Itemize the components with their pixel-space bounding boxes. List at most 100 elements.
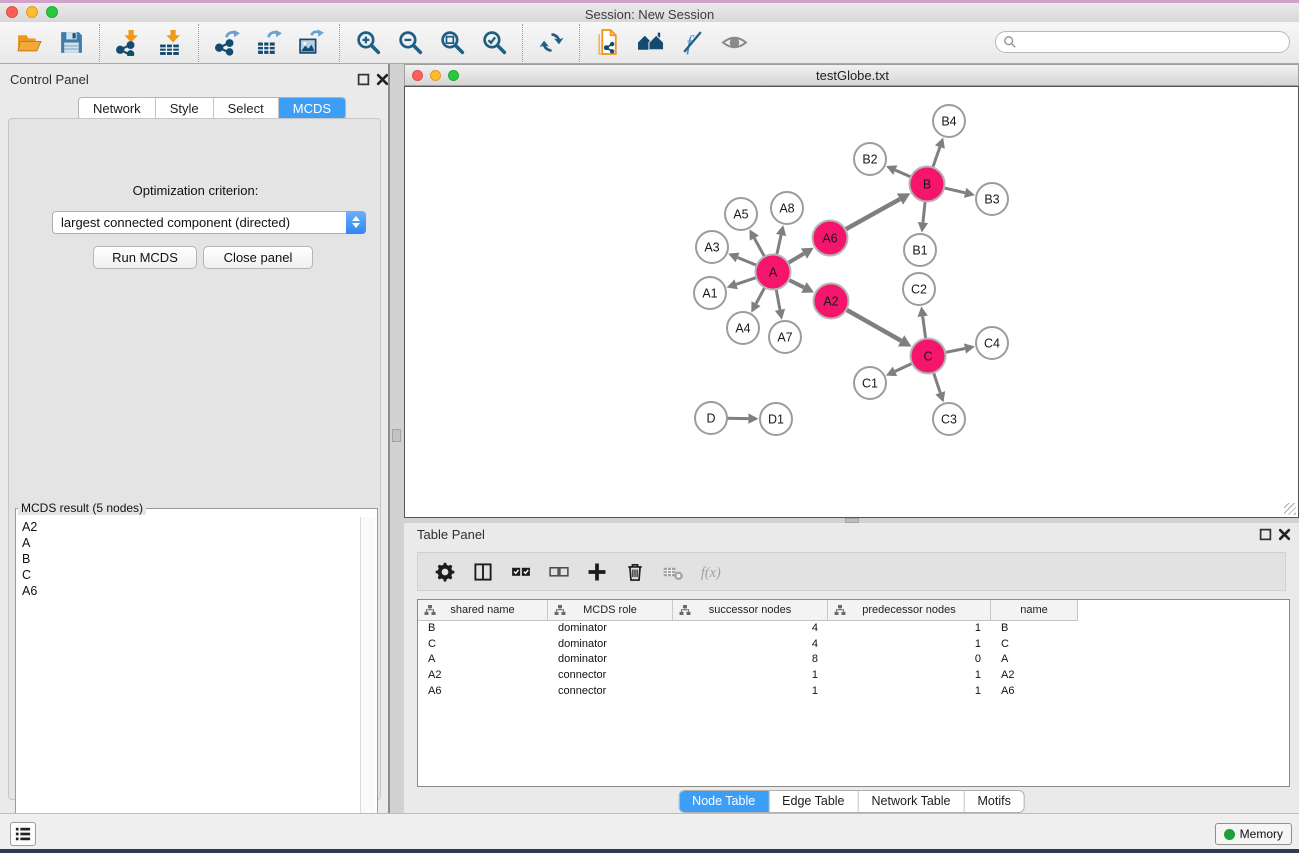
resize-grip-icon[interactable] [1284, 503, 1296, 515]
import-network-button[interactable] [107, 25, 149, 61]
float-panel-icon[interactable] [357, 73, 370, 86]
edge-C-C2[interactable] [923, 316, 926, 339]
clear-table-button[interactable] [654, 556, 692, 588]
search-box[interactable] [995, 31, 1290, 53]
open-session-button[interactable] [8, 25, 50, 61]
node-label-A: A [769, 266, 778, 280]
zoom-in-button[interactable] [347, 25, 389, 61]
cell-name: C [991, 638, 1078, 650]
tab-network-table[interactable]: Network Table [859, 791, 965, 812]
edge-B-B1[interactable] [923, 200, 925, 222]
edge-B-B3[interactable] [943, 188, 965, 193]
mcds-result-item[interactable]: C [22, 567, 360, 583]
network-canvas[interactable]: B4B2BB3A5A8A6A3B1AA1C2A2A4A7C4CC1C3DD1 [404, 86, 1299, 518]
settings-button[interactable] [426, 556, 464, 588]
cell-name: A6 [991, 685, 1078, 697]
apply-function-button[interactable]: f(x) [692, 556, 730, 588]
close-panel-button[interactable]: Close panel [203, 246, 313, 269]
tab-mcds[interactable]: MCDS [279, 98, 345, 119]
cell-shared-name: B [418, 622, 548, 634]
column-hierarchy-icon [679, 604, 691, 616]
mcds-result-item[interactable]: A [22, 535, 360, 551]
vertical-split-handle[interactable] [392, 429, 401, 442]
node-label-D1: D1 [768, 413, 784, 427]
run-mcds-button[interactable]: Run MCDS [93, 246, 197, 269]
float-table-panel-icon[interactable] [1259, 528, 1272, 541]
edge-A-A4[interactable] [756, 287, 765, 304]
desktop-background-strip-bottom [0, 849, 1299, 853]
import-table-button[interactable] [149, 25, 191, 61]
save-session-button[interactable] [50, 25, 92, 61]
edge-A2-C[interactable] [845, 309, 901, 341]
select-all-columns-icon [510, 561, 532, 583]
tab-edge-table[interactable]: Edge Table [769, 791, 858, 812]
mcds-result-item[interactable]: A2 [22, 519, 360, 535]
edge-A-A2[interactable] [788, 279, 804, 287]
cell-shared-name: C [418, 638, 548, 650]
select-all-columns-button[interactable] [502, 556, 540, 588]
edge-B-B4[interactable] [932, 147, 939, 168]
eye-button[interactable] [713, 25, 755, 61]
export-image-button[interactable] [290, 25, 332, 61]
column-header-MCDS-role[interactable]: MCDS role [548, 600, 673, 620]
zoom-fit-button[interactable] [431, 25, 473, 61]
zoom-selected-button[interactable] [473, 25, 515, 61]
edge-A6-B[interactable] [844, 199, 900, 230]
edge-arrow-icon [748, 413, 758, 423]
split-columns-icon [472, 561, 494, 583]
table-row[interactable]: A2connector11A2 [418, 667, 1289, 683]
toggle-graphics-details-button[interactable]: f [671, 25, 713, 61]
column-header-name[interactable]: name [991, 600, 1078, 620]
tab-node-table[interactable]: Node Table [679, 791, 769, 812]
tab-style[interactable]: Style [156, 98, 214, 119]
table-row[interactable]: Adominator80A [418, 652, 1289, 668]
home-button[interactable] [629, 25, 671, 61]
mcds-result-scrollbar[interactable] [360, 517, 375, 848]
zoom-in-icon [355, 29, 382, 56]
column-header-label: successor nodes [709, 604, 792, 616]
add-column-button[interactable] [578, 556, 616, 588]
export-table-button[interactable] [248, 25, 290, 61]
edge-B-B2[interactable] [895, 170, 912, 177]
zoom-out-button[interactable] [389, 25, 431, 61]
tab-motifs[interactable]: Motifs [964, 791, 1023, 812]
table-row[interactable]: Bdominator41B [418, 620, 1289, 636]
unselect-all-columns-icon [548, 561, 570, 583]
edge-A-A7[interactable] [776, 288, 780, 310]
edge-A-A3[interactable] [738, 257, 758, 265]
unselect-all-columns-button[interactable] [540, 556, 578, 588]
edge-A-A5[interactable] [754, 238, 765, 257]
cell-predecessor-nodes: 1 [828, 622, 991, 634]
column-header-shared-name[interactable]: shared name [418, 600, 548, 620]
column-header-predecessor-nodes[interactable]: predecessor nodes [828, 600, 991, 620]
memory-button[interactable]: Memory [1215, 823, 1292, 845]
edge-C-C3[interactable] [933, 372, 940, 393]
delete-columns-button[interactable] [616, 556, 654, 588]
refresh-button[interactable] [530, 25, 572, 61]
mcds-result-item[interactable]: B [22, 551, 360, 567]
network-window-titlebar[interactable]: testGlobe.txt [404, 64, 1299, 86]
tab-select[interactable]: Select [214, 98, 279, 119]
mcds-result-item[interactable]: A6 [22, 583, 360, 599]
edge-A-A1[interactable] [736, 277, 757, 284]
cell-successor-nodes: 4 [673, 622, 828, 634]
tab-network[interactable]: Network [79, 98, 156, 119]
table-row[interactable]: Cdominator41C [418, 636, 1289, 652]
edge-C-C4[interactable] [944, 348, 965, 352]
edge-C-C1[interactable] [895, 363, 913, 371]
export-network-button[interactable] [206, 25, 248, 61]
split-columns-button[interactable] [464, 556, 502, 588]
dropdown-stepper-icon [346, 211, 366, 234]
search-input[interactable] [1017, 32, 1289, 52]
column-header-successor-nodes[interactable]: successor nodes [673, 600, 828, 620]
table-row[interactable]: A6connector11A6 [418, 683, 1289, 699]
network-file-button[interactable] [587, 25, 629, 61]
task-history-button[interactable] [10, 822, 36, 846]
edge-A-A8[interactable] [777, 235, 782, 256]
close-table-panel-icon[interactable] [1278, 528, 1291, 541]
node-label-B: B [923, 178, 931, 192]
delete-columns-icon [624, 561, 646, 583]
criterion-dropdown[interactable]: largest connected component (directed) [52, 211, 366, 234]
edge-A-A6[interactable] [787, 254, 804, 264]
network-view-window: testGlobe.txt B4B2BB3A5A8A6A3B1AA1C2A2A4… [404, 64, 1299, 518]
